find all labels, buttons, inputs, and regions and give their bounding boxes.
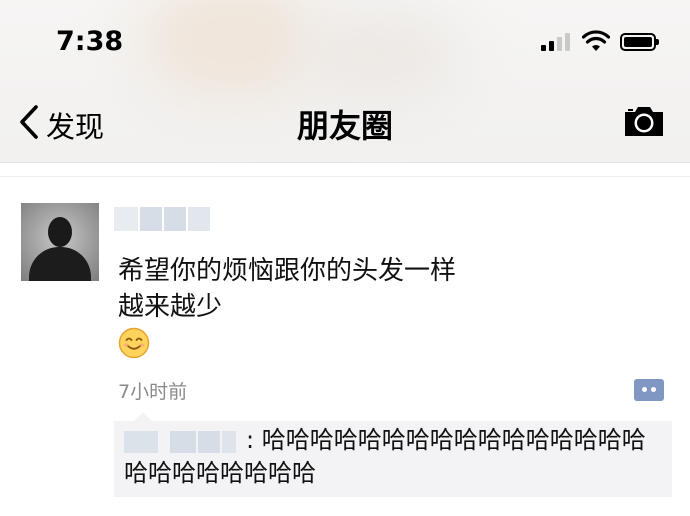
wifi-icon <box>582 30 610 51</box>
post-text-line: 希望你的烦恼跟你的头发一样 <box>118 256 457 286</box>
smiling-face-icon <box>118 327 150 359</box>
camera-icon[interactable] <box>623 104 665 138</box>
avatar[interactable] <box>21 203 99 281</box>
header-blur-blob <box>300 10 460 100</box>
comment-separator: : <box>246 426 255 454</box>
post-text: 希望你的烦恼跟你的头发一样 越来越少 <box>118 253 456 325</box>
header-divider <box>0 162 690 163</box>
signal-icon <box>541 33 573 51</box>
feed-divider <box>0 176 690 177</box>
post-text-line: 越来越少 <box>118 292 223 322</box>
comment-body: 哈哈哈哈哈哈哈哈哈哈哈哈哈哈哈哈哈哈哈哈哈哈哈哈 <box>124 426 646 487</box>
comment-text[interactable]: : 哈哈哈哈哈哈哈哈哈哈哈哈哈哈哈哈哈哈哈哈哈哈哈哈 <box>124 424 664 490</box>
comment-section: : 哈哈哈哈哈哈哈哈哈哈哈哈哈哈哈哈哈哈哈哈哈哈哈哈 <box>114 412 672 497</box>
post-timestamp: 7小时前 <box>118 381 188 403</box>
status-time: 7:38 <box>56 26 124 57</box>
battery-icon <box>620 33 659 51</box>
username-blurred[interactable] <box>114 204 210 234</box>
header-blur-blob <box>140 0 320 100</box>
page-title: 朋友圈 <box>296 107 393 145</box>
comment-icon[interactable] <box>634 379 664 401</box>
